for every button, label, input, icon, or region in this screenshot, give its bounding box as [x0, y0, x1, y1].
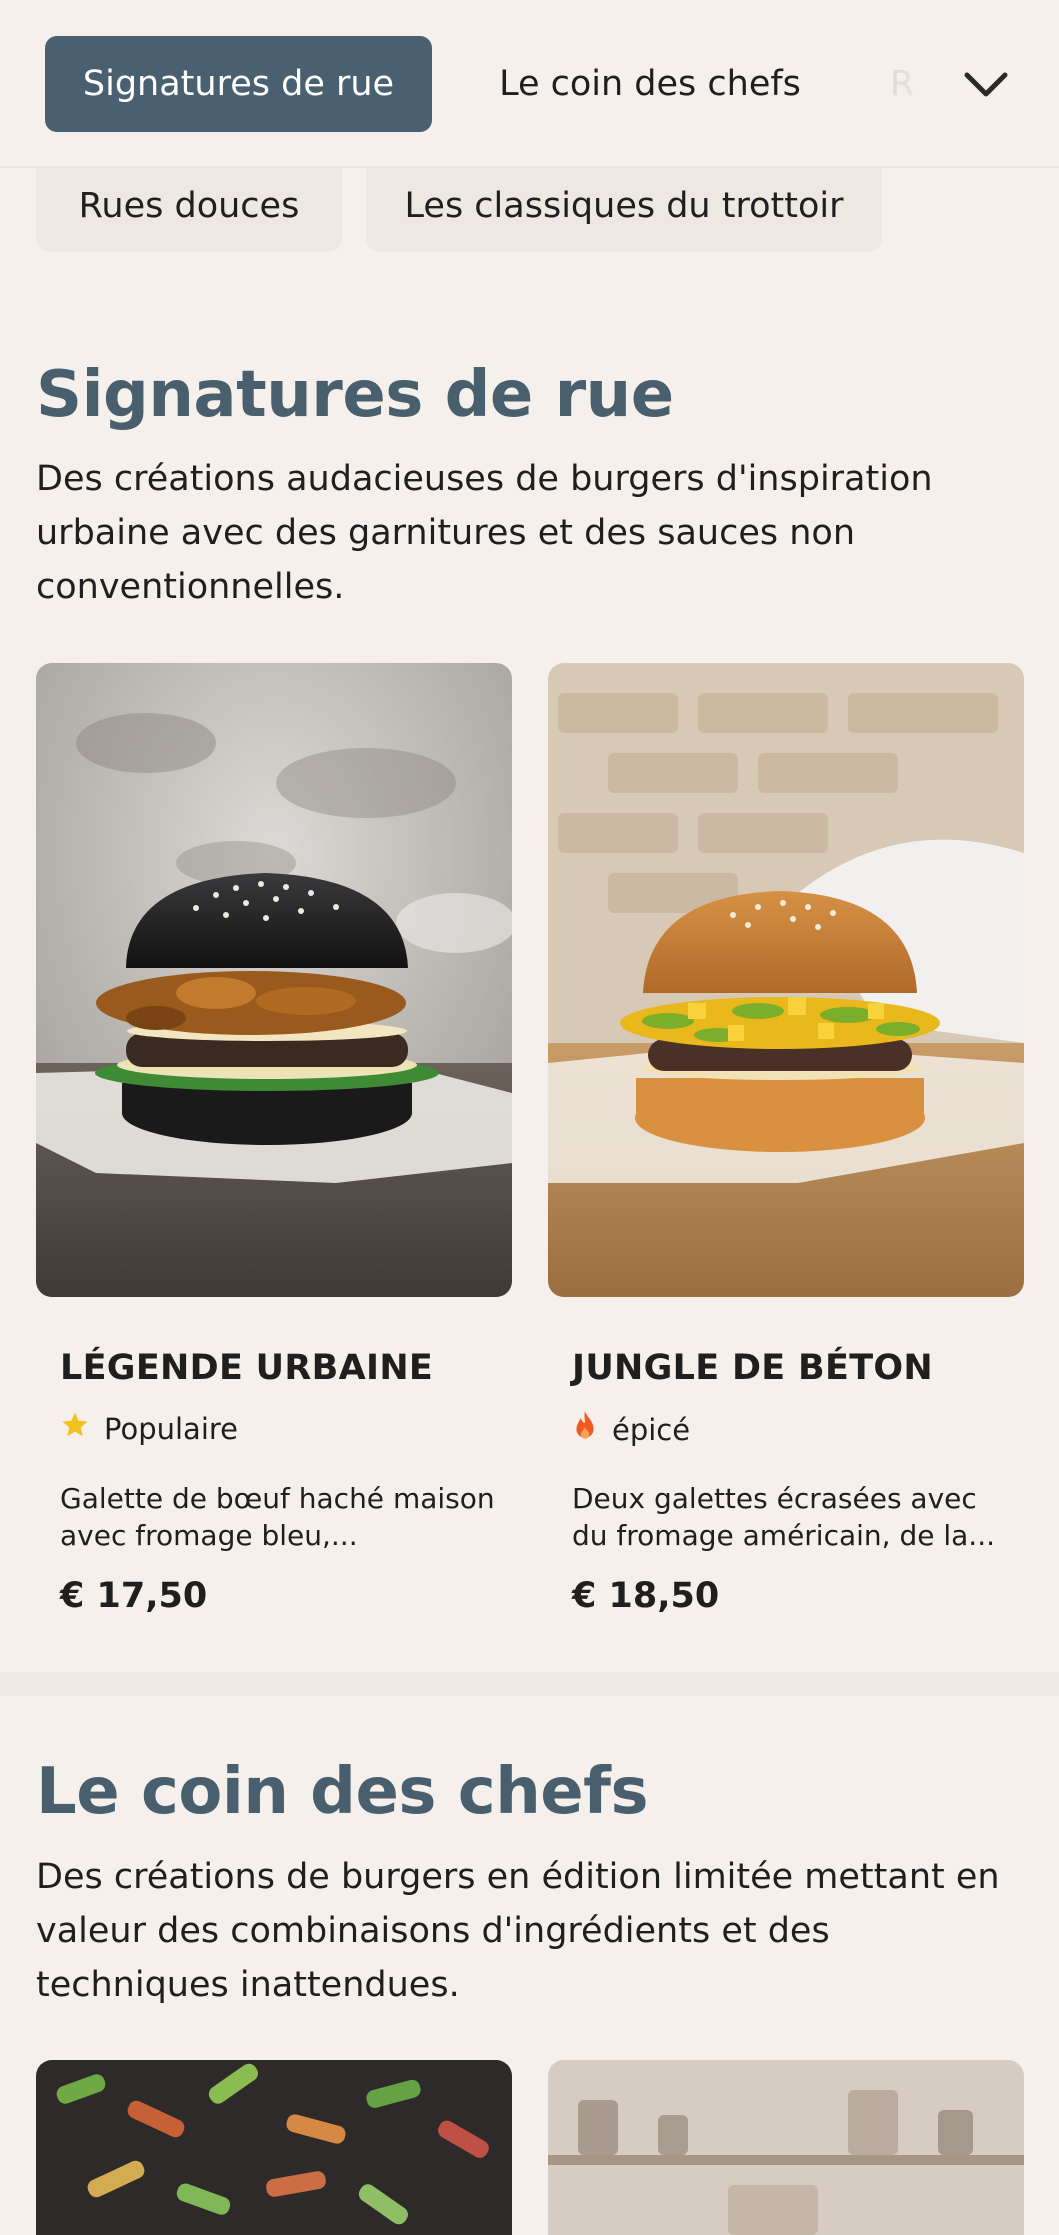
item-tag-label: Populaire — [104, 1411, 238, 1446]
item-description: Galette de bœuf haché maison avec fromag… — [60, 1482, 495, 1552]
chip-label: Les classiques du trottoir — [404, 186, 844, 226]
item-price: € 17,50 — [60, 1576, 208, 1616]
item-description: Deux galettes écrasées avec du fromage a… — [572, 1482, 996, 1552]
star-icon — [60, 1410, 90, 1447]
category-nav: Signatures de rue Le coin des chefs R — [0, 0, 1059, 168]
burger-image-legende-urbaine[interactable] — [36, 663, 512, 1297]
tab-label: Signatures de rue — [82, 64, 395, 104]
burger-image-jungle-de-beton[interactable] — [548, 663, 1024, 1297]
chip-label: Rues douces — [78, 186, 300, 226]
item-image[interactable] — [36, 2060, 512, 2235]
item-tag: épicé — [572, 1410, 690, 1449]
tab-signatures-de-rue[interactable]: Signatures de rue — [45, 36, 432, 132]
tab-partial[interactable]: R — [890, 36, 950, 132]
tab-label: R — [890, 64, 915, 104]
item-name: LÉGENDE URBAINE — [60, 1348, 434, 1388]
item-image[interactable] — [548, 2060, 1024, 2235]
section-divider — [0, 1672, 1059, 1696]
item-tag: Populaire — [60, 1410, 238, 1447]
tab-le-coin-des-chefs[interactable]: Le coin des chefs — [470, 36, 830, 132]
section-description: Des créations audacieuses de burgers d'i… — [36, 459, 933, 607]
chevron-down-icon[interactable] — [950, 55, 1022, 115]
section-title: Signatures de rue — [36, 358, 674, 432]
item-tag-label: épicé — [612, 1412, 691, 1447]
section-description: Des créations de burgers en édition limi… — [36, 1857, 1000, 2005]
section-title: Le coin des chefs — [36, 1755, 649, 1829]
flame-icon — [572, 1410, 598, 1449]
item-price: € 18,50 — [572, 1576, 720, 1616]
item-name: JUNGLE DE BÉTON — [572, 1348, 934, 1388]
tab-label: Le coin des chefs — [499, 64, 801, 104]
